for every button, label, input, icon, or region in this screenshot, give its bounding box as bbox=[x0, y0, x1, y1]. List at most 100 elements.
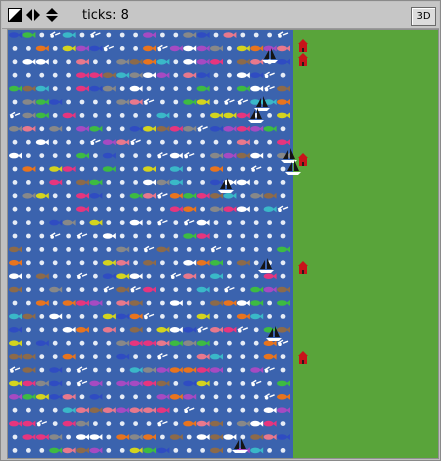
patch-dot bbox=[227, 367, 232, 373]
patch-dot bbox=[39, 233, 45, 239]
patch-dot bbox=[240, 367, 246, 373]
3d-view-button[interactable]: 3D bbox=[411, 7, 436, 26]
patch-dot bbox=[146, 354, 152, 359]
patch-dot bbox=[200, 300, 206, 306]
patch-dot bbox=[213, 99, 219, 105]
patch-dot bbox=[253, 273, 259, 279]
patch-dot bbox=[160, 206, 165, 212]
patch-dot bbox=[66, 153, 71, 158]
patch-dot bbox=[146, 300, 152, 306]
patch-dot bbox=[227, 354, 232, 359]
patch-dot bbox=[106, 113, 112, 118]
patch-dot bbox=[93, 99, 98, 105]
patch-dot bbox=[93, 153, 98, 158]
patch-dot bbox=[160, 32, 165, 38]
patch-dot bbox=[12, 46, 18, 51]
patch-dot bbox=[213, 287, 219, 292]
patch-dot bbox=[93, 367, 98, 373]
patch-dot bbox=[52, 340, 58, 346]
pan-horizontal-icon[interactable] bbox=[26, 8, 40, 22]
patch-dot bbox=[119, 180, 125, 185]
patch-dot bbox=[200, 273, 206, 279]
patch-dot bbox=[240, 340, 246, 346]
patch-dot bbox=[267, 32, 272, 38]
world-view[interactable] bbox=[7, 29, 439, 459]
patch-dot bbox=[26, 220, 31, 226]
patch-dot bbox=[227, 220, 232, 226]
patch-dot bbox=[119, 327, 125, 333]
patch-dot bbox=[173, 287, 179, 292]
patch-dot bbox=[267, 381, 272, 386]
patch-dot bbox=[119, 32, 125, 38]
patch-dot bbox=[39, 260, 45, 266]
patch-dot bbox=[39, 180, 45, 185]
patch-dot bbox=[253, 354, 259, 359]
patch-dot bbox=[133, 153, 138, 158]
patch-dot bbox=[253, 407, 259, 413]
patch-dot bbox=[173, 381, 179, 386]
patch-dot bbox=[227, 260, 232, 266]
patch-dot bbox=[79, 220, 85, 226]
patch-dot bbox=[52, 421, 58, 426]
patch-dot bbox=[173, 260, 179, 266]
patch-dot bbox=[106, 367, 112, 373]
patch-dot bbox=[267, 153, 272, 158]
patch-dot bbox=[119, 113, 125, 118]
pan-vertical-icon[interactable] bbox=[45, 8, 59, 22]
patch-dot bbox=[39, 166, 45, 172]
patch-dot bbox=[106, 394, 112, 400]
patch-dot bbox=[93, 354, 98, 359]
patch-dot bbox=[227, 448, 232, 453]
zoom-to-fit-icon[interactable] bbox=[8, 8, 22, 22]
patch-dot bbox=[227, 340, 232, 346]
patch-dot bbox=[52, 260, 58, 266]
patch-dot bbox=[12, 300, 18, 306]
patch-dot bbox=[106, 193, 112, 199]
patch-dot bbox=[39, 72, 45, 78]
patch-dot bbox=[160, 166, 165, 172]
patch-dot bbox=[66, 180, 71, 185]
patch-dot bbox=[119, 153, 125, 158]
patch-dot bbox=[26, 72, 31, 78]
patch-dot bbox=[227, 72, 232, 78]
patch-dot bbox=[173, 354, 179, 359]
patch-dot bbox=[186, 166, 192, 172]
patch-dot bbox=[280, 354, 286, 359]
patch-dot bbox=[213, 139, 219, 145]
patch-dot bbox=[66, 273, 71, 279]
patch-dot bbox=[39, 220, 45, 226]
patch-dot bbox=[106, 434, 112, 440]
patch-dot bbox=[186, 247, 192, 252]
patch-dot bbox=[173, 86, 179, 91]
patch-dot bbox=[253, 206, 259, 212]
patch-dot bbox=[186, 180, 192, 185]
patch-dot bbox=[106, 247, 112, 252]
patch-dot bbox=[213, 314, 219, 319]
patch-dot bbox=[146, 233, 152, 239]
patch-dot bbox=[119, 46, 125, 51]
patch-dot bbox=[227, 407, 232, 413]
patch-dot bbox=[66, 193, 71, 199]
patch-dot bbox=[12, 434, 18, 440]
patch-dot bbox=[119, 126, 125, 132]
patch-dot bbox=[240, 287, 246, 292]
patch-dot bbox=[39, 354, 45, 359]
patch-dot bbox=[133, 206, 138, 212]
patch-dot bbox=[280, 220, 286, 226]
patch-dot bbox=[146, 421, 152, 426]
world-canvas[interactable] bbox=[8, 30, 438, 458]
patch-dot bbox=[39, 448, 45, 453]
patch-dot bbox=[267, 220, 272, 226]
patch-dot bbox=[79, 247, 85, 252]
patch-dot bbox=[26, 46, 31, 51]
patch-dot bbox=[280, 233, 286, 239]
patch-dot bbox=[227, 139, 232, 145]
patch-dot bbox=[267, 180, 272, 185]
patch-dot bbox=[173, 59, 179, 65]
patch-dot bbox=[119, 367, 125, 373]
patch-dot bbox=[213, 220, 219, 226]
patch-dot bbox=[267, 448, 272, 453]
patch-dot bbox=[12, 233, 18, 239]
patch-dot bbox=[79, 139, 85, 145]
patch-dot bbox=[240, 394, 246, 400]
